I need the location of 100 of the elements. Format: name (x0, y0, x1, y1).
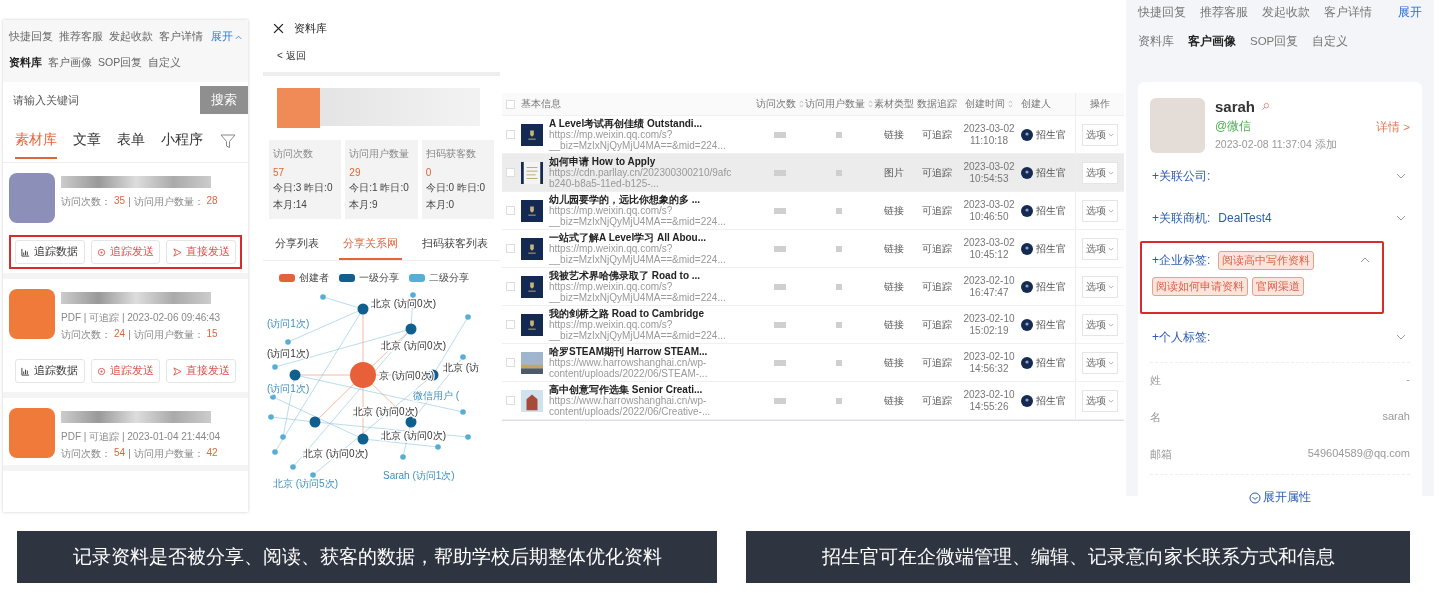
category-tab[interactable]: 素材库 (15, 131, 57, 159)
toolbar-tab[interactable]: 快捷回复 (1138, 5, 1186, 24)
legend-label: 创建者 (299, 271, 329, 285)
toolbar-tab[interactable]: 资料库 (9, 56, 42, 70)
stat-label: 扫码获客数 (425, 147, 477, 161)
table-cell-text: 可追踪 (921, 355, 953, 370)
material-url: https://mp.weixin.qq.com/s? (549, 243, 673, 254)
users-label: | 访问用户数量： (128, 328, 204, 342)
back-link[interactable]: < 返回 (263, 42, 500, 76)
material-title[interactable]: 幼儿园要学的，远比你想象的多 ... (549, 194, 726, 205)
created-time: 10:54:53 (969, 173, 1009, 184)
action-button[interactable]: 直接发送 (166, 359, 236, 383)
material-title[interactable]: 哈罗STEAM期刊 Harrow STEAM... (549, 346, 708, 357)
search-field[interactable]: 请输入关键词 (3, 86, 200, 114)
toolbar-tab[interactable]: 客户详情 (159, 30, 203, 44)
toolbar-tab[interactable]: 快捷回复 (9, 30, 53, 44)
expand-link[interactable]: 展开 (1398, 5, 1422, 24)
node-label: 北京 (访 (443, 362, 480, 373)
material-url: b240-b8a5-11ed-b125-... (549, 178, 659, 189)
category-tab[interactable]: 表单 (117, 131, 145, 159)
material-url: __biz=MzIxNjQyMjU4MA==&mid=224... (549, 140, 726, 151)
stat-value: 57 (273, 167, 286, 178)
toolbar-tab[interactable]: 客户画像 (48, 56, 92, 70)
material-url: https://www.harrowshanghai.cn/wp- (549, 357, 708, 368)
caption-banner: 招生官可在企微端管理、编辑、记录意向家长联系方式和信息 (746, 531, 1410, 583)
stat-value: 0 (425, 167, 433, 178)
created-time: 14:55:26 (969, 401, 1009, 412)
column-header[interactable]: 访问次数 (755, 97, 805, 111)
node-label: (访问1次) (267, 348, 310, 359)
toolbar-tab[interactable]: 发起收款 (109, 30, 153, 44)
view-tab[interactable]: 扫码获客列表 (418, 227, 492, 260)
created-date: 2023-03-02 (963, 237, 1015, 248)
column-header[interactable]: 访问用户数量 (805, 97, 873, 111)
toolbar-tab[interactable]: 发起收款 (1262, 5, 1310, 24)
table-cell-text: 可追踪 (921, 279, 953, 294)
options-dropdown[interactable]: 选项 (1082, 199, 1118, 222)
table-cell-text: 可追踪 (921, 317, 953, 332)
options-dropdown[interactable]: 选项 (1082, 313, 1118, 336)
toolbar-tab[interactable]: 资料库 (1138, 34, 1174, 53)
node-label: 北京 (访问0次) (381, 430, 446, 441)
material-url: https://www.harrowshanghai.cn/wp- (549, 395, 707, 406)
action-button[interactable]: 追踪数据 (15, 240, 85, 264)
options-dropdown[interactable]: 选项 (1082, 351, 1118, 374)
material-title[interactable]: 我的剑桥之路 Road to Cambridge (549, 308, 726, 319)
toolbar-tab[interactable]: SOP回复 (98, 56, 143, 70)
created-date: 2023-03-02 (963, 199, 1015, 210)
material-title[interactable]: A Level考试再创佳绩 Outstandi... (549, 118, 726, 129)
material-title[interactable]: 一站式了解A Level学习 All Abou... (549, 232, 726, 243)
created-time: 11:10:18 (969, 135, 1009, 146)
material-title[interactable]: 如何申请 How to Apply (549, 156, 732, 167)
action-button[interactable]: 直接发送 (166, 240, 236, 264)
stat-label: 访问用户数量 (349, 147, 411, 161)
options-dropdown[interactable]: 选项 (1082, 123, 1118, 146)
toolbar-tab[interactable]: 自定义 (148, 56, 182, 70)
attribute-value: 549604589@qq.com (1307, 447, 1410, 461)
added-time: 2023-02-08 11:37:04 添加 (1215, 138, 1337, 152)
column-header: 操作 (1075, 93, 1124, 115)
view-tab[interactable]: 分享关系网 (339, 227, 402, 260)
users-count: 15 (206, 328, 218, 341)
expand-link[interactable]: 展开 (211, 30, 242, 44)
column-header: 创建人 (1020, 97, 1052, 111)
field-label[interactable]: +企业标签: (1152, 251, 1211, 269)
table-cell-text: 链接 (883, 127, 905, 142)
users-label: | 访问用户数量： (128, 195, 204, 209)
field-label[interactable]: +关联商机: (1152, 209, 1211, 227)
category-tab[interactable]: 小程序 (161, 131, 203, 159)
material-title[interactable]: 我被艺术界哈佛录取了 Road to ... (549, 270, 726, 281)
caption-banner: 记录资料是否被分享、阅读、获客的数据，帮助学校后期整体优化资料 (17, 531, 717, 583)
toolbar-tab[interactable]: 推荐客服 (1200, 5, 1248, 24)
options-dropdown[interactable]: 选项 (1082, 237, 1118, 260)
visits-count: 54 (114, 447, 126, 460)
table-cell-text: 可追踪 (921, 241, 953, 256)
options-dropdown[interactable]: 选项 (1082, 275, 1118, 298)
view-tab[interactable]: 分享列表 (271, 227, 323, 260)
table-cell-text: 链接 (883, 203, 905, 218)
options-dropdown[interactable]: 选项 (1082, 389, 1118, 412)
category-tab[interactable]: 文章 (73, 131, 101, 159)
toolbar-tab[interactable]: SOP回复 (1250, 34, 1299, 53)
creator-name: 招生官 (1036, 127, 1066, 142)
table-row-hovered[interactable]: 如何申请 How to Apply https://cdn.parllay.cn/202300300210/9afc b240-b8a5-11ed-b125-... 图片 可追踪 2023-03-02 10:54:53 招生官 选项 (502, 154, 1124, 192)
column-header[interactable]: 创建时间 (959, 97, 1019, 111)
created-time: 15:02:19 (969, 325, 1009, 336)
action-button[interactable]: 追踪数据 (15, 359, 85, 383)
action-button[interactable]: 追踪发送 (90, 240, 161, 264)
field-label[interactable]: +关联公司: (1152, 167, 1211, 185)
toolbar-tab[interactable]: 客户画像 (1188, 34, 1236, 53)
creator-name: 招生官 (1036, 279, 1066, 294)
expand-attributes-link[interactable]: 展开属性 (1150, 474, 1410, 510)
material-title[interactable]: 高中创意写作选集 Senior Creati... (549, 384, 711, 395)
table-cell-text: 可追踪 (921, 165, 953, 180)
node-label: Sarah (访问1次) (383, 470, 455, 481)
users-count: 42 (206, 447, 218, 460)
created-date: 2023-02-10 (963, 351, 1015, 362)
field-label[interactable]: +个人标签: (1152, 328, 1211, 346)
options-dropdown[interactable]: 选项 (1082, 161, 1118, 184)
action-button[interactable]: 追踪发送 (90, 359, 161, 383)
node-label: 微信用户 ( (413, 390, 460, 401)
toolbar-tab[interactable]: 推荐客服 (59, 30, 103, 44)
toolbar-tab[interactable]: 自定义 (1312, 34, 1349, 53)
toolbar-tab[interactable]: 客户详情 (1324, 5, 1372, 24)
